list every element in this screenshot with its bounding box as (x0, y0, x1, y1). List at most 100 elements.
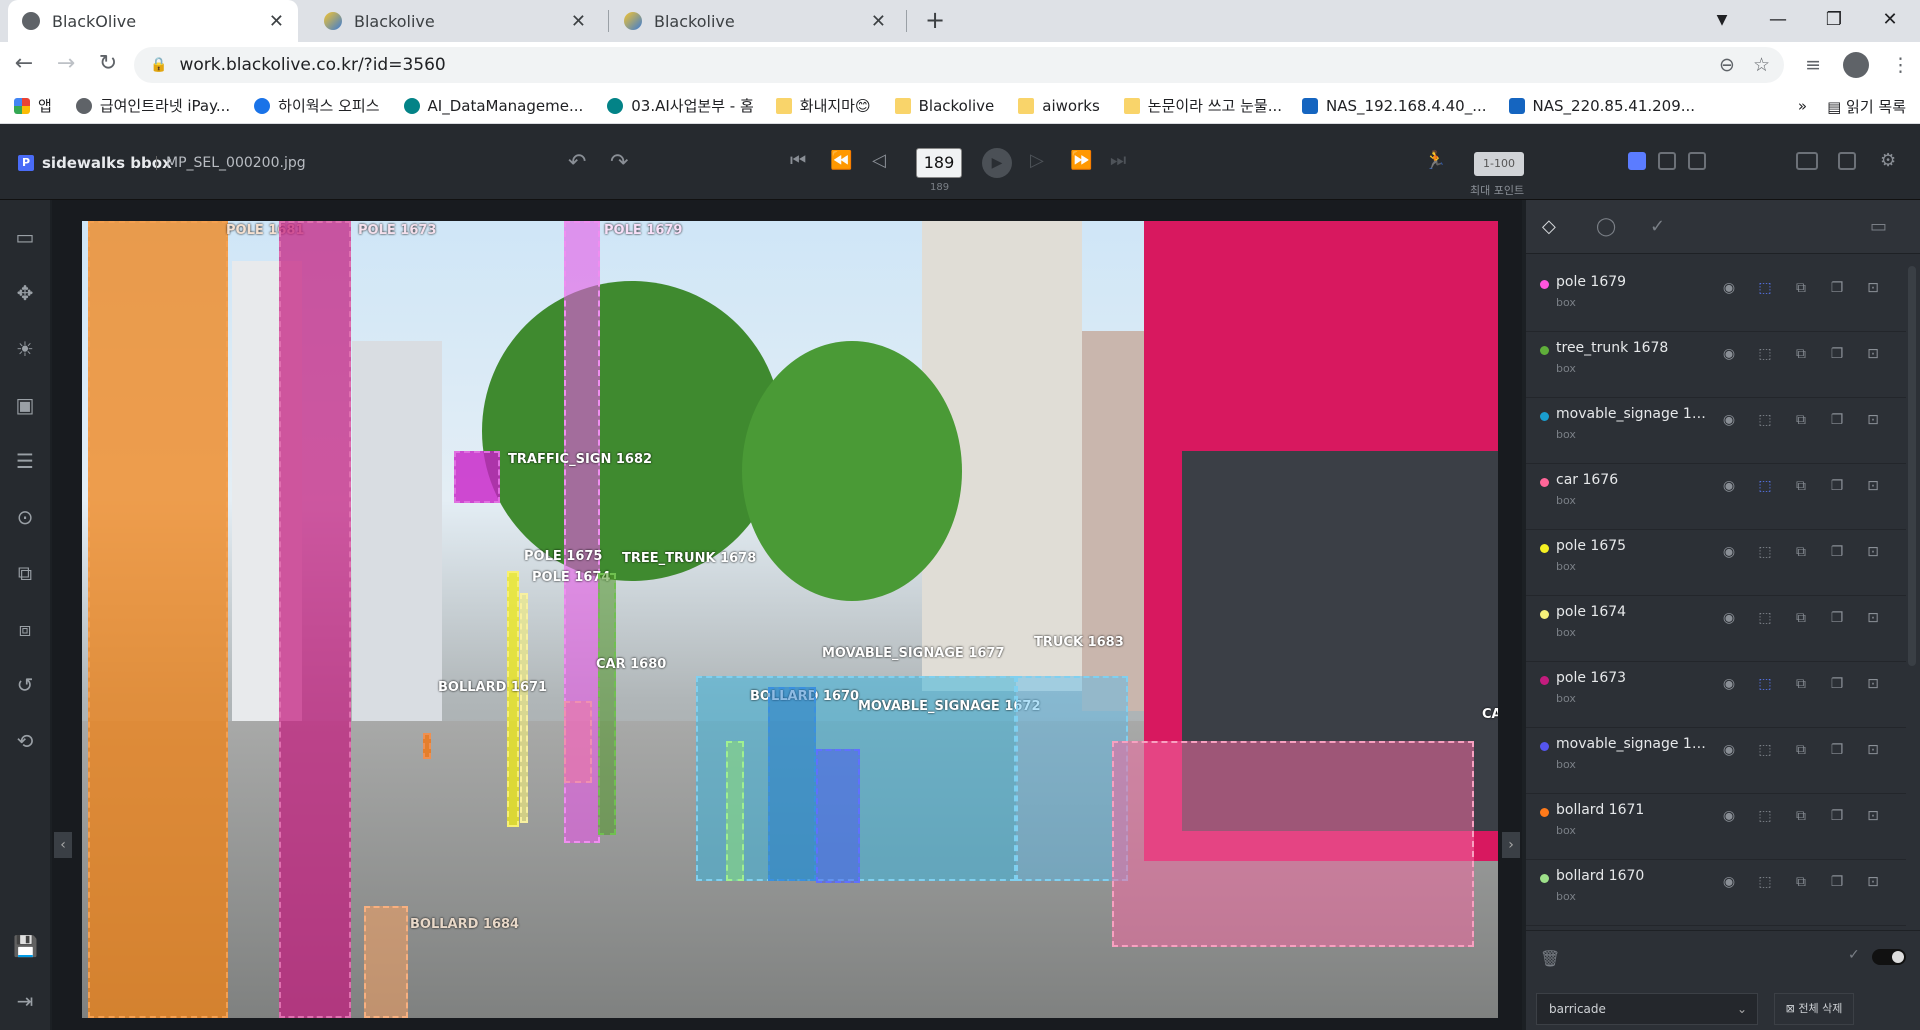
back-arrow-icon[interactable]: ← (6, 47, 42, 83)
bookmark-item[interactable]: AI_DataManageme... (403, 97, 583, 115)
eye-icon[interactable]: ◉ (1720, 874, 1738, 890)
bbox-pole-1675[interactable] (507, 571, 519, 827)
next-step-icon[interactable]: ⏩ (1070, 150, 1092, 171)
last-frame-icon[interactable]: ⏭ (1110, 150, 1126, 171)
bbox-pole-1681[interactable] (88, 221, 228, 1018)
runner-icon[interactable]: 🏃 (1424, 150, 1446, 171)
reload-icon[interactable]: ↻ (90, 47, 126, 83)
move-tool-icon[interactable]: ✥ (13, 282, 37, 304)
brightness-tool-icon[interactable]: ☀ (13, 338, 37, 360)
select-box-icon[interactable]: ⬚ (1756, 346, 1774, 362)
unlock-icon[interactable]: ⊡ (1864, 346, 1882, 362)
select-box-icon[interactable]: ⬚ (1756, 544, 1774, 560)
view-single-icon[interactable] (1628, 152, 1646, 170)
eye-icon[interactable]: ◉ (1720, 544, 1738, 560)
duplicate-icon[interactable]: ❐ (1828, 544, 1846, 560)
tab-search-icon[interactable]: ▼ (1694, 0, 1750, 42)
object-list-item[interactable]: bollard 1671 box ◉ ⬚ ⧉ ❐ ⊡ (1526, 794, 1906, 860)
first-frame-icon[interactable]: ⏮ (790, 150, 806, 171)
layers-icon[interactable]: ⧉ (1792, 412, 1810, 428)
object-list-item[interactable]: pole 1673 box ◉ ⬚ ⧉ ❐ ⊡ (1526, 662, 1906, 728)
more-menu-icon[interactable]: ⋮ (1891, 54, 1910, 76)
object-list-item[interactable]: bollard 1670 box ◉ ⬚ ⧉ ❐ ⊡ (1526, 860, 1906, 926)
select-box-icon[interactable]: ⬚ (1756, 280, 1774, 296)
list-scrollbar[interactable] (1908, 266, 1916, 666)
url-field[interactable]: 🔒 work.blackolive.co.kr/?id=3560 ⊖ ☆ (134, 47, 1784, 83)
browser-tab-1[interactable]: Blackolive ✕ (310, 0, 600, 42)
settings-gear-icon[interactable]: ⚙ (1880, 150, 1896, 171)
media-control-icon[interactable]: ≡ (1805, 54, 1821, 76)
bookmark-item[interactable]: NAS_220.85.41.209... (1508, 97, 1695, 115)
redo-icon[interactable]: ↷ (610, 150, 628, 175)
close-window-button[interactable]: ✕ (1862, 0, 1918, 42)
merge-tool-icon[interactable]: ⧈ (13, 618, 37, 640)
maximize-button[interactable]: ❐ (1806, 0, 1862, 42)
toggle-tool-icon[interactable]: ⊙ (13, 506, 37, 528)
forward-arrow-icon[interactable]: → (48, 47, 84, 83)
delete-all-button[interactable]: ⊠ 전체 삭제 (1774, 993, 1854, 1025)
browser-tab-2[interactable]: Blackolive ✕ (610, 0, 900, 42)
minimize-button[interactable]: — (1750, 0, 1806, 42)
bookmark-folder[interactable]: aiworks (1018, 97, 1100, 115)
select-box-icon[interactable]: ⬚ (1756, 874, 1774, 890)
layers-icon[interactable]: ⧉ (1792, 742, 1810, 758)
panel-collapse-icon[interactable]: ▭ (1870, 216, 1887, 237)
close-tab-icon[interactable]: ✕ (871, 11, 886, 32)
reset-tool-icon[interactable]: ⟲ (13, 730, 37, 752)
bbox-pole-1673[interactable] (279, 221, 351, 1018)
duplicate-icon[interactable]: ❐ (1828, 874, 1846, 890)
exit-icon[interactable]: ⇥ (13, 990, 37, 1012)
check-icon[interactable]: ✓ (1848, 947, 1860, 963)
unlock-icon[interactable]: ⊡ (1864, 808, 1882, 824)
class-select[interactable]: barricade ⌄ (1536, 993, 1758, 1025)
table-icon[interactable] (1838, 152, 1856, 170)
object-list-item[interactable]: pole 1675 box ◉ ⬚ ⧉ ❐ ⊡ (1526, 530, 1906, 596)
keyboard-icon[interactable] (1796, 152, 1818, 170)
layers-icon[interactable]: ⧉ (1792, 676, 1810, 692)
profile-avatar-icon[interactable] (1843, 52, 1869, 78)
list-tool-icon[interactable]: ☰ (13, 450, 37, 472)
eye-icon[interactable]: ◉ (1720, 676, 1738, 692)
reading-list-button[interactable]: ▤ 읽기 목록 (1827, 96, 1906, 117)
layers-icon[interactable]: ⧉ (1792, 610, 1810, 626)
duplicate-icon[interactable]: ❐ (1828, 676, 1846, 692)
layers-icon[interactable]: ⧉ (1792, 280, 1810, 296)
duplicate-icon[interactable]: ❐ (1828, 742, 1846, 758)
copy-tool-icon[interactable]: ⧉ (13, 562, 37, 584)
layers-icon[interactable]: ⧉ (1792, 544, 1810, 560)
object-list-item[interactable]: tree_trunk 1678 box ◉ ⬚ ⧉ ❐ ⊡ (1526, 332, 1906, 398)
close-tab-icon[interactable]: ✕ (269, 11, 284, 32)
bbox-movable-signage-1672[interactable] (816, 749, 860, 883)
more-bookmarks-button[interactable]: » (1798, 97, 1807, 115)
unlock-icon[interactable]: ⊡ (1864, 412, 1882, 428)
view-split-icon[interactable] (1658, 152, 1676, 170)
object-list-item[interactable]: movable_signage 1… box ◉ ⬚ ⧉ ❐ ⊡ (1526, 398, 1906, 464)
bbox-car-1680[interactable] (564, 701, 592, 783)
point-range-input[interactable]: 1-100 (1474, 152, 1524, 176)
tab-objects-icon[interactable]: ◇ (1542, 216, 1556, 237)
visibility-toggle[interactable] (1872, 949, 1906, 965)
close-tab-icon[interactable]: ✕ (571, 11, 586, 32)
unlock-icon[interactable]: ⊡ (1864, 874, 1882, 890)
duplicate-icon[interactable]: ❐ (1828, 478, 1846, 494)
duplicate-icon[interactable]: ❐ (1828, 346, 1846, 362)
trash-icon[interactable]: 🗑 (1540, 949, 1560, 968)
canvas-prev-chevron-icon[interactable]: ‹ (54, 832, 72, 858)
tab-review-icon[interactable]: ✓ (1650, 216, 1665, 237)
layers-icon[interactable]: ⧉ (1792, 478, 1810, 494)
layers-icon[interactable]: ⧉ (1792, 874, 1810, 890)
eye-icon[interactable]: ◉ (1720, 412, 1738, 428)
bookmark-item[interactable]: NAS_192.168.4.40_... (1302, 97, 1487, 115)
bbox-tree-trunk-1678[interactable] (598, 573, 616, 835)
duplicate-icon[interactable]: ❐ (1828, 610, 1846, 626)
bookmark-apps[interactable]: 앱 (14, 95, 52, 116)
play-button-icon[interactable]: ▶ (982, 148, 1012, 178)
prev-step-icon[interactable]: ⏪ (830, 150, 852, 171)
layers-icon[interactable]: ⧉ (1792, 346, 1810, 362)
bbox-bollard-1684[interactable] (364, 906, 408, 1018)
unlock-icon[interactable]: ⊡ (1864, 280, 1882, 296)
bookmark-star-icon[interactable]: ☆ (1753, 54, 1770, 76)
unlock-icon[interactable]: ⊡ (1864, 742, 1882, 758)
select-box-icon[interactable]: ⬚ (1756, 808, 1774, 824)
zoom-icon[interactable]: ⊖ (1719, 54, 1735, 76)
